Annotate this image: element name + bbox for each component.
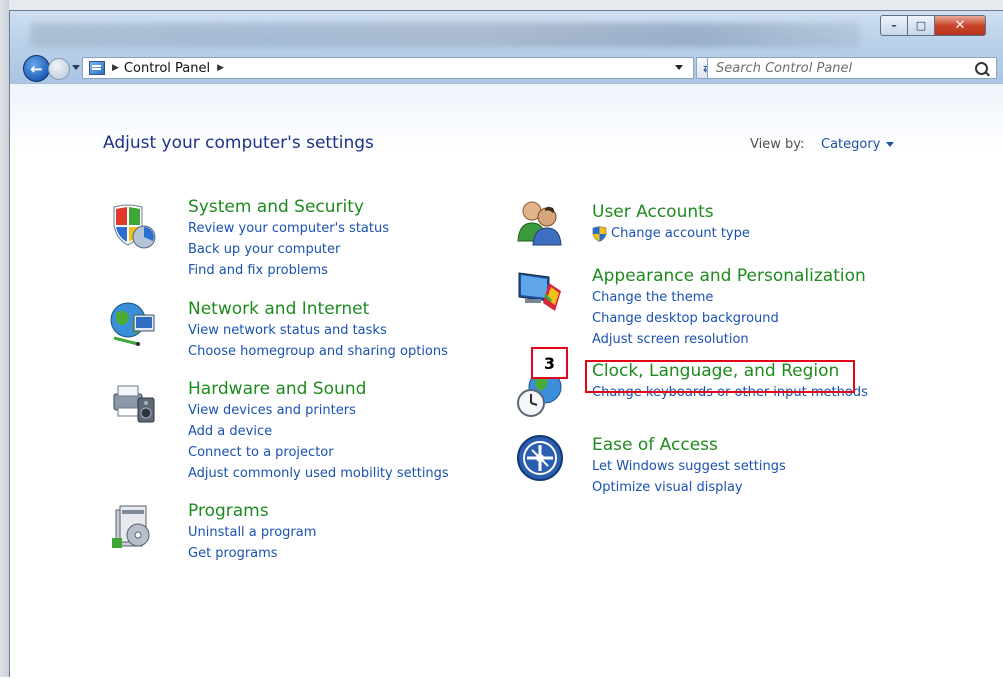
link-projector[interactable]: Connect to a projector: [188, 442, 449, 463]
blurred-toolbar-strip: [30, 23, 860, 47]
users-icon[interactable]: [515, 197, 565, 247]
category-title[interactable]: Appearance and Personalization: [592, 265, 866, 287]
category-title[interactable]: Programs: [188, 500, 316, 522]
category-network-internet: Network and Internet View network status…: [188, 298, 448, 362]
window-frame: – □ ✕ ← ▶ Control Panel ▶ ⇄: [10, 11, 1003, 83]
link-change-theme[interactable]: Change the theme: [592, 287, 866, 308]
category-user-accounts: User Accounts Change account type: [592, 201, 750, 244]
address-dropdown-icon[interactable]: [675, 65, 683, 70]
uac-shield-icon: [592, 225, 607, 242]
forward-button[interactable]: [48, 58, 70, 80]
annotation-highlight-box: [585, 360, 855, 393]
annotation-step-badge: 3: [531, 347, 568, 379]
breadcrumb-control-panel[interactable]: Control Panel: [124, 61, 210, 76]
category-ease-of-access: Ease of Access Let Windows suggest setti…: [592, 434, 786, 498]
category-title[interactable]: User Accounts: [592, 201, 750, 223]
link-find-fix[interactable]: Find and fix problems: [188, 260, 389, 281]
page-title: Adjust your computer's settings: [103, 133, 374, 153]
back-arrow-icon: ←: [30, 59, 43, 78]
breadcrumb-separator-icon[interactable]: ▶: [112, 63, 119, 73]
category-title[interactable]: Ease of Access: [592, 434, 786, 456]
link-homegroup[interactable]: Choose homegroup and sharing options: [188, 341, 448, 362]
back-button[interactable]: ←: [23, 55, 50, 82]
category-title[interactable]: Hardware and Sound: [188, 378, 449, 400]
link-mobility[interactable]: Adjust commonly used mobility settings: [188, 463, 449, 484]
monitor-brush-icon[interactable]: [515, 265, 565, 315]
content-area: Adjust your computer's settings View by:…: [10, 83, 1003, 679]
search-input[interactable]: [714, 59, 968, 77]
control-panel-window: – □ ✕ ← ▶ Control Panel ▶ ⇄ Adjust your …: [9, 10, 1003, 679]
link-change-account-type[interactable]: Change account type: [592, 223, 750, 244]
link-network-status[interactable]: View network status and tasks: [188, 320, 448, 341]
category-programs: Programs Uninstall a program Get program…: [188, 500, 316, 564]
link-get-programs[interactable]: Get programs: [188, 543, 316, 564]
link-optimize-display[interactable]: Optimize visual display: [592, 477, 786, 498]
search-icon[interactable]: [975, 62, 988, 75]
category-appearance: Appearance and Personalization Change th…: [592, 265, 866, 350]
ease-of-access-icon[interactable]: [515, 433, 565, 483]
address-bar[interactable]: ▶ Control Panel ▶: [82, 57, 694, 79]
search-box[interactable]: [707, 57, 997, 79]
maximize-button[interactable]: □: [907, 15, 935, 36]
recent-pages-dropdown[interactable]: [72, 65, 80, 70]
breadcrumb-separator-icon[interactable]: ▶: [217, 63, 224, 73]
link-screen-resolution[interactable]: Adjust screen resolution: [592, 329, 866, 350]
link-uninstall[interactable]: Uninstall a program: [188, 522, 316, 543]
screen-left-edge: [0, 0, 9, 677]
chevron-down-icon: [886, 142, 895, 147]
view-by-label: View by:: [750, 137, 805, 152]
category-system-security: System and Security Review your computer…: [188, 196, 389, 281]
link-text: Change account type: [611, 226, 750, 241]
link-back-up[interactable]: Back up your computer: [188, 239, 389, 260]
view-by-dropdown[interactable]: Category: [821, 137, 895, 152]
minimize-button[interactable]: –: [880, 15, 908, 36]
category-hardware-sound: Hardware and Sound View devices and prin…: [188, 378, 449, 484]
link-desktop-background[interactable]: Change desktop background: [592, 308, 866, 329]
category-title[interactable]: Network and Internet: [188, 298, 448, 320]
shield-icon[interactable]: [108, 201, 158, 251]
control-panel-icon: [89, 61, 105, 75]
category-title[interactable]: System and Security: [188, 196, 389, 218]
close-button[interactable]: ✕: [934, 15, 986, 36]
view-by-value: Category: [821, 137, 881, 152]
programs-box-icon[interactable]: [108, 502, 158, 552]
link-windows-suggest[interactable]: Let Windows suggest settings: [592, 456, 786, 477]
printer-speaker-icon[interactable]: [108, 376, 158, 426]
link-review-status[interactable]: Review your computer's status: [188, 218, 389, 239]
network-globe-icon[interactable]: [108, 298, 158, 348]
link-devices-printers[interactable]: View devices and printers: [188, 400, 449, 421]
link-add-device[interactable]: Add a device: [188, 421, 449, 442]
